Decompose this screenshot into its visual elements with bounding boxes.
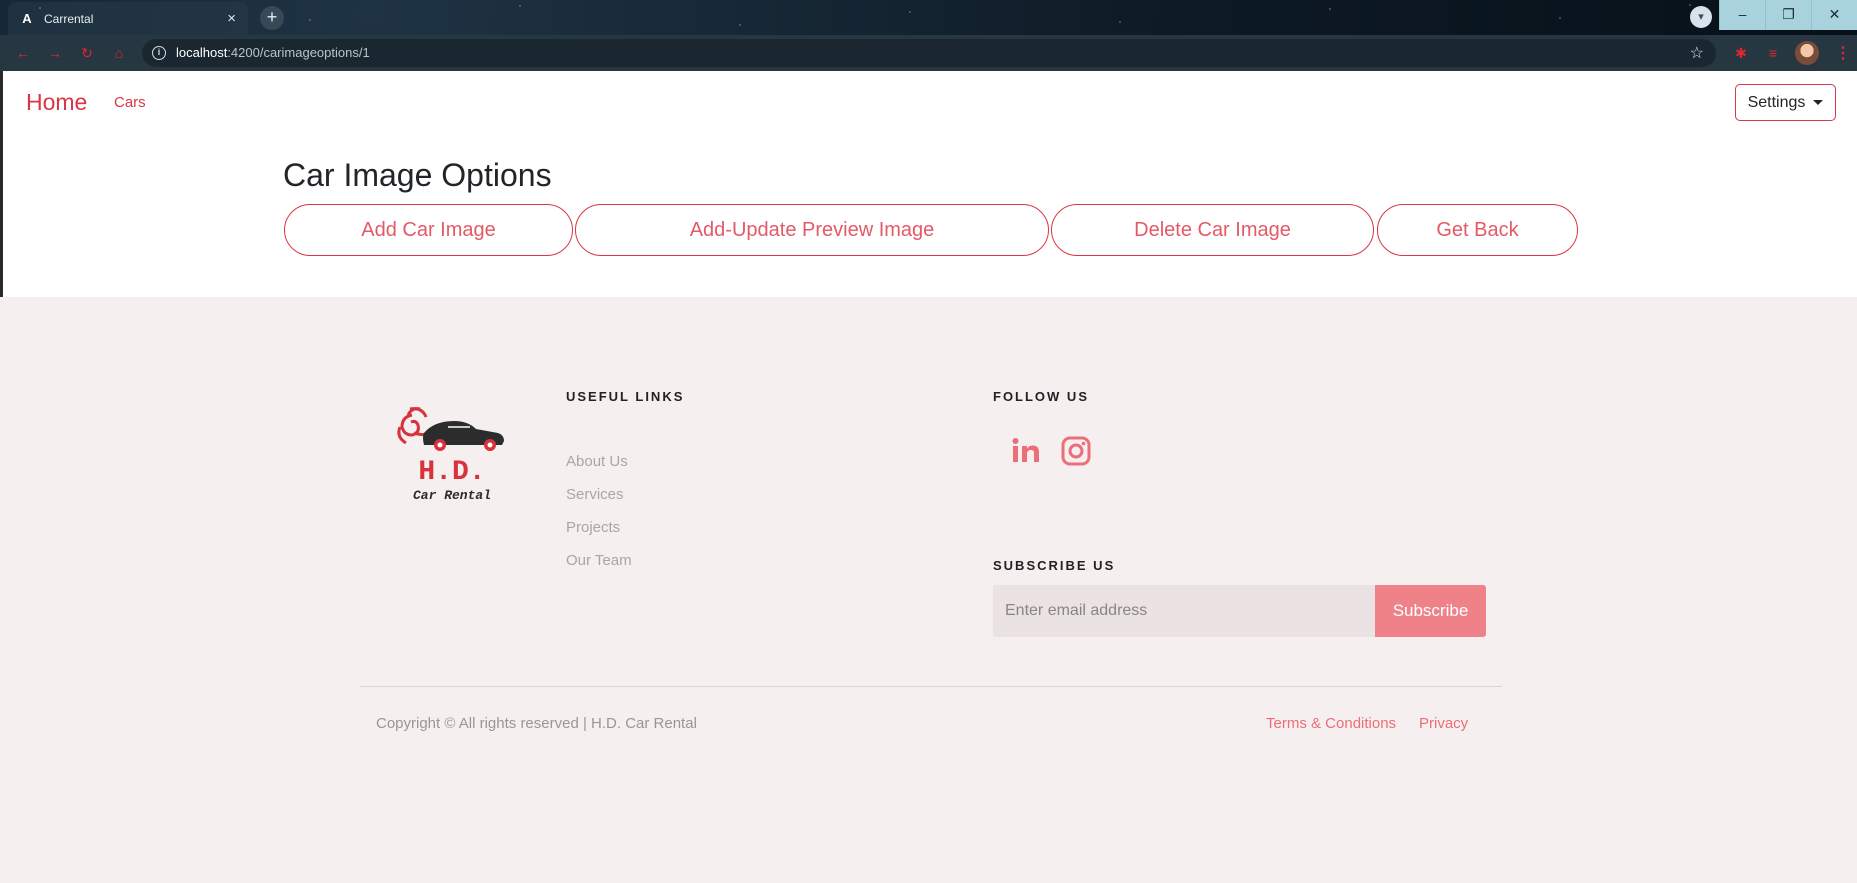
footer-link-about-us[interactable]: About Us bbox=[566, 453, 628, 470]
privacy-link[interactable]: Privacy bbox=[1419, 715, 1468, 732]
browser-tab[interactable]: A Carrental × bbox=[8, 2, 248, 35]
url-path: :4200/carimageoptions/1 bbox=[227, 45, 370, 60]
settings-dropdown-button[interactable]: Settings bbox=[1735, 84, 1836, 121]
nav-cars-link[interactable]: Cars bbox=[114, 94, 146, 111]
chevron-down-icon bbox=[1813, 100, 1824, 105]
extension-icon[interactable]: ≡ bbox=[1764, 44, 1782, 62]
logo-name: H.D. bbox=[418, 457, 485, 488]
copyright-text: Copyright © All rights reserved | H.D. C… bbox=[376, 715, 697, 732]
reload-icon[interactable]: ↻ bbox=[78, 44, 96, 62]
browser-menu-icon[interactable]: ⋮ bbox=[1835, 43, 1851, 63]
subscribe-button[interactable]: Subscribe bbox=[1375, 585, 1486, 637]
forward-icon[interactable]: → bbox=[46, 44, 64, 62]
url-text: localhost:4200/carimageoptions/1 bbox=[176, 45, 370, 60]
browser-tab-strip: A Carrental × + ▾ – ❐ ✕ bbox=[0, 0, 1857, 35]
tab-title: Carrental bbox=[44, 11, 94, 26]
settings-label: Settings bbox=[1747, 93, 1806, 111]
get-back-button[interactable]: Get Back bbox=[1377, 204, 1578, 256]
browser-toolbar: ← → ↻ ⌂ i localhost:4200/carimageoptions… bbox=[0, 35, 1857, 71]
site-info-icon[interactable]: i bbox=[152, 46, 166, 60]
window-controls: – ❐ ✕ bbox=[1719, 0, 1857, 30]
restore-icon[interactable]: ❐ bbox=[1765, 0, 1811, 30]
page: Home Cars Settings Car Image Options Add… bbox=[0, 71, 1857, 883]
close-tab-icon[interactable]: × bbox=[227, 10, 236, 27]
email-field[interactable] bbox=[993, 585, 1375, 637]
navbar: Home Cars Settings bbox=[0, 71, 1857, 135]
logo-tagline: Car Rental bbox=[413, 488, 491, 503]
extension-puzzle-icon[interactable]: ✱ bbox=[1732, 44, 1750, 62]
viewport: { "browser": { "tab_title": "Carrental",… bbox=[0, 0, 1857, 883]
back-icon[interactable]: ← bbox=[14, 44, 32, 62]
footer-link-services[interactable]: Services bbox=[566, 486, 624, 503]
delete-car-image-button[interactable]: Delete Car Image bbox=[1051, 204, 1374, 256]
footer-divider bbox=[360, 686, 1502, 687]
footer-link-projects[interactable]: Projects bbox=[566, 519, 620, 536]
footer-link-our-team[interactable]: Our Team bbox=[566, 552, 632, 569]
terms-link[interactable]: Terms & Conditions bbox=[1266, 715, 1396, 732]
brand-logo[interactable]: H.D. Car Rental bbox=[390, 403, 514, 505]
follow-us-heading: FOLLOW US bbox=[993, 389, 1089, 404]
footer: H.D. Car Rental USEFUL LINKS About Us Se… bbox=[0, 297, 1857, 883]
subscribe-us-heading: SUBSCRIBE US bbox=[993, 558, 1116, 573]
url-host: localhost bbox=[176, 45, 228, 60]
home-browser-icon[interactable]: ⌂ bbox=[110, 44, 128, 62]
linkedin-icon[interactable] bbox=[1008, 433, 1044, 469]
minimize-icon[interactable]: – bbox=[1719, 0, 1765, 30]
profile-avatar[interactable] bbox=[1795, 41, 1819, 65]
tab-search-icon[interactable]: ▾ bbox=[1690, 6, 1712, 28]
bookmark-star-icon[interactable]: ☆ bbox=[1690, 43, 1704, 63]
add-update-preview-image-button[interactable]: Add-Update Preview Image bbox=[575, 204, 1049, 256]
page-title: Car Image Options bbox=[283, 157, 552, 193]
add-car-image-button[interactable]: Add Car Image bbox=[284, 204, 573, 256]
close-window-icon[interactable]: ✕ bbox=[1811, 0, 1857, 30]
instagram-icon[interactable] bbox=[1058, 433, 1094, 469]
useful-links-heading: USEFUL LINKS bbox=[566, 389, 685, 404]
new-tab-button[interactable]: + bbox=[260, 6, 284, 30]
nav-home-link[interactable]: Home bbox=[26, 89, 87, 116]
angular-icon: A bbox=[22, 10, 32, 26]
address-bar[interactable]: i localhost:4200/carimageoptions/1 ☆ bbox=[142, 39, 1716, 67]
